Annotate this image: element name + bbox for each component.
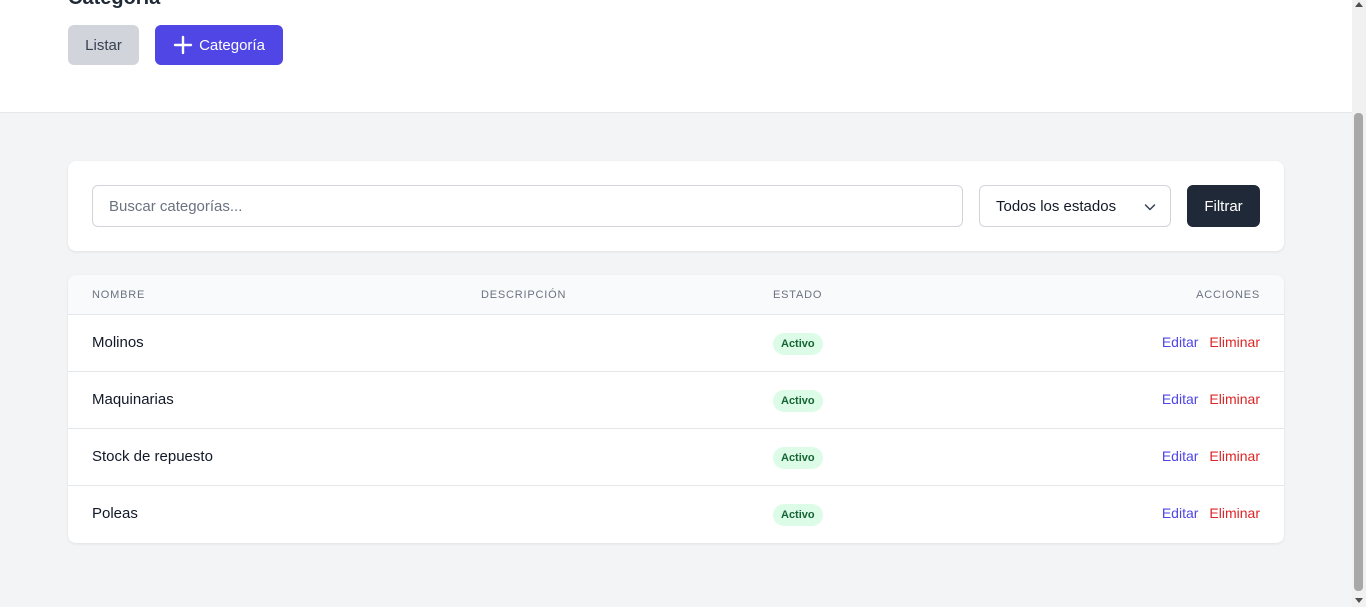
table-header: NOMBRE DESCRIPCIÓN ESTADO ACCIONES bbox=[68, 275, 1284, 315]
state-select[interactable]: Todos los estados bbox=[979, 185, 1171, 227]
state-select-value: Todos los estados bbox=[996, 197, 1117, 215]
category-name: Maquinarias bbox=[92, 391, 174, 408]
scrollbar-thumb[interactable] bbox=[1354, 113, 1363, 591]
edit-link[interactable]: Editar bbox=[1162, 448, 1199, 464]
delete-link[interactable]: Eliminar bbox=[1209, 334, 1260, 350]
category-name: Poleas bbox=[92, 505, 138, 522]
table-row: Poleas Activo Editar Eliminar bbox=[68, 486, 1284, 543]
page-header: Categoría Listar Categoría bbox=[0, 0, 1352, 113]
table-row: Maquinarias Activo Editar Eliminar bbox=[68, 372, 1284, 429]
category-name: Stock de repuesto bbox=[92, 448, 213, 465]
status-badge: Activo bbox=[773, 333, 823, 355]
delete-link[interactable]: Eliminar bbox=[1209, 448, 1260, 464]
row-actions: Editar Eliminar bbox=[1162, 505, 1260, 521]
categories-table: NOMBRE DESCRIPCIÓN ESTADO ACCIONES Molin… bbox=[68, 275, 1284, 543]
category-name: Molinos bbox=[92, 334, 144, 351]
search-input[interactable] bbox=[92, 185, 963, 227]
column-header-descripcion: DESCRIPCIÓN bbox=[481, 289, 567, 301]
list-button[interactable]: Listar bbox=[68, 25, 139, 65]
add-category-button[interactable]: Categoría bbox=[155, 25, 283, 65]
delete-link[interactable]: Eliminar bbox=[1209, 391, 1260, 407]
row-actions: Editar Eliminar bbox=[1162, 334, 1260, 350]
scroll-down-arrow-icon[interactable] bbox=[1355, 598, 1363, 603]
column-header-acciones: ACCIONES bbox=[1196, 289, 1260, 301]
vertical-scrollbar[interactable] bbox=[1352, 0, 1366, 607]
column-header-nombre: NOMBRE bbox=[92, 289, 146, 301]
chevron-down-icon bbox=[1144, 204, 1156, 211]
status-badge: Activo bbox=[773, 504, 823, 526]
add-category-label: Categoría bbox=[199, 36, 265, 54]
row-actions: Editar Eliminar bbox=[1162, 391, 1260, 407]
column-header-estado: ESTADO bbox=[773, 289, 823, 301]
list-button-label: Listar bbox=[85, 36, 122, 54]
scroll-up-arrow-icon[interactable] bbox=[1355, 2, 1363, 7]
edit-link[interactable]: Editar bbox=[1162, 334, 1199, 350]
row-actions: Editar Eliminar bbox=[1162, 448, 1260, 464]
table-row: Molinos Activo Editar Eliminar bbox=[68, 315, 1284, 372]
delete-link[interactable]: Eliminar bbox=[1209, 505, 1260, 521]
filter-button[interactable]: Filtrar bbox=[1187, 185, 1260, 227]
edit-link[interactable]: Editar bbox=[1162, 505, 1199, 521]
status-badge: Activo bbox=[773, 390, 823, 412]
page-title: Categoría bbox=[68, 0, 160, 8]
edit-link[interactable]: Editar bbox=[1162, 391, 1199, 407]
status-badge: Activo bbox=[773, 447, 823, 469]
filter-button-label: Filtrar bbox=[1204, 197, 1243, 215]
plus-icon bbox=[173, 35, 193, 55]
table-row: Stock de repuesto Activo Editar Eliminar bbox=[68, 429, 1284, 486]
filter-panel: Todos los estados Filtrar bbox=[68, 161, 1284, 251]
